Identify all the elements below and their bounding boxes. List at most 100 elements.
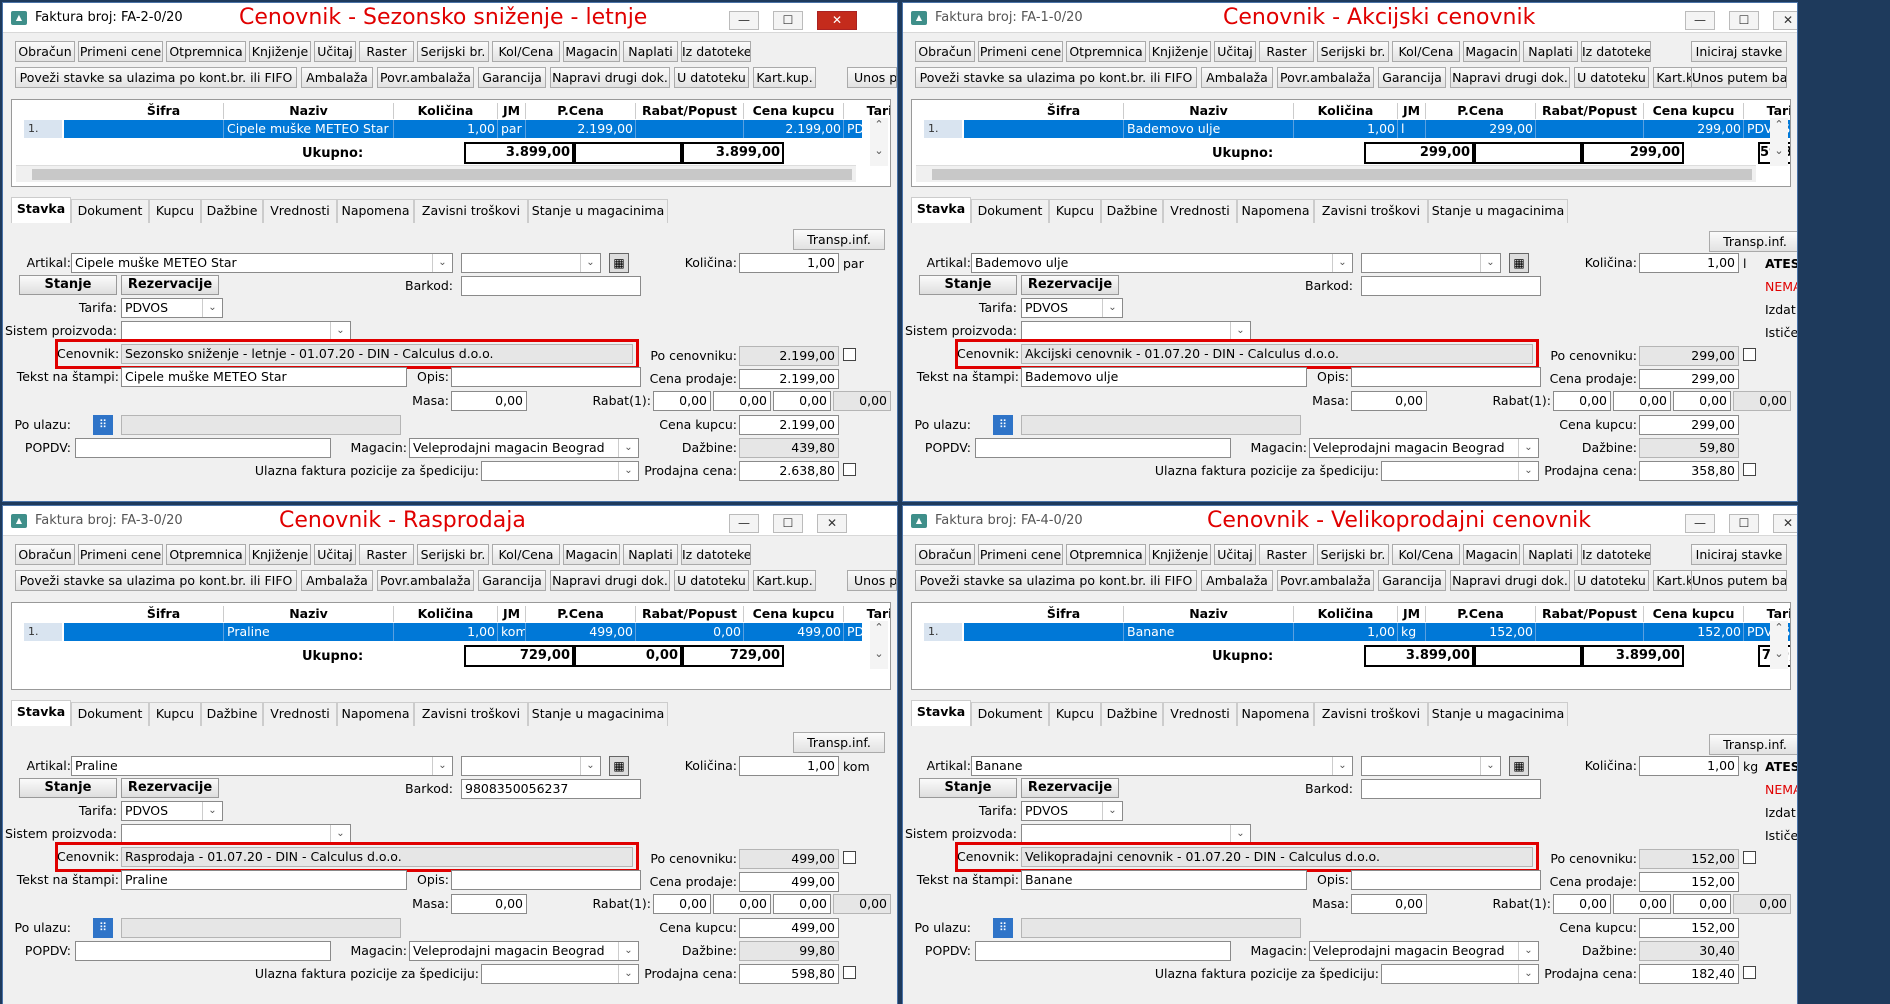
grid-vertical-scrollbar[interactable]: ⌃ ⌄: [1770, 621, 1788, 669]
toolbar-button-10[interactable]: Naplati: [1523, 544, 1578, 565]
maximize-icon[interactable]: ☐: [773, 11, 803, 30]
toolbar2-button-5[interactable]: Napravi drugi dok.: [550, 67, 670, 88]
toolbar-button-1[interactable]: Obračun: [915, 544, 975, 565]
grid-header[interactable]: Šifra: [104, 103, 224, 119]
prodajna-checkbox[interactable]: [843, 463, 856, 476]
title-bar[interactable]: ▲ Faktura broj: FA-1-0/20 Cenovnik - Akc…: [903, 3, 1797, 33]
maximize-icon[interactable]: ☐: [1729, 514, 1759, 533]
rezervacije-button[interactable]: Rezervacije: [1021, 778, 1119, 798]
variant-select[interactable]: ⌄: [461, 253, 601, 273]
po-cenovniku-checkbox[interactable]: [1743, 851, 1756, 864]
rabat-input-1[interactable]: 0,00: [653, 894, 711, 914]
rabat-input-4[interactable]: 0,00: [833, 894, 891, 914]
masa-input[interactable]: 0,00: [1351, 894, 1427, 914]
close-icon[interactable]: ✕: [1773, 11, 1797, 30]
chevron-down-icon[interactable]: ⌄: [1230, 825, 1250, 843]
toolbar2-button-3[interactable]: Povr.ambalaža: [1277, 570, 1374, 591]
grid-header[interactable]: Cena kupcu: [744, 606, 844, 622]
tab-7[interactable]: Zavisni troškovi: [414, 199, 528, 223]
grid-header[interactable]: JM: [1398, 103, 1426, 119]
toolbar-button-9[interactable]: Magacin: [563, 544, 620, 565]
tab-5[interactable]: Vrednosti: [1163, 702, 1237, 726]
grid-header[interactable]: Količina: [394, 103, 498, 119]
grid-header[interactable]: Količina: [394, 606, 498, 622]
stanje-button[interactable]: Stanje: [19, 275, 117, 295]
tab-8[interactable]: Stanje u magacinima: [1428, 199, 1568, 223]
tab-2[interactable]: Dokument: [71, 702, 149, 726]
grid-header[interactable]: Šifra: [1004, 103, 1124, 119]
rabat-input-2[interactable]: 0,00: [1613, 894, 1671, 914]
prodajna-input[interactable]: 2.638,80: [739, 461, 839, 481]
toolbar-button-2[interactable]: Primeni cene: [978, 544, 1063, 565]
cena-kupcu-input[interactable]: 2.199,00: [739, 415, 839, 435]
stanje-button[interactable]: Stanje: [919, 778, 1017, 798]
minimize-icon[interactable]: —: [1685, 514, 1715, 533]
chevron-down-icon[interactable]: ⌄: [580, 757, 600, 775]
popdv-input[interactable]: [975, 941, 1231, 961]
grid-header[interactable]: Rabat/Popust: [636, 103, 744, 119]
toolbar2-button-3[interactable]: Povr.ambalaža: [377, 67, 474, 88]
po-ulazu-input[interactable]: [121, 918, 401, 938]
toolbar-button-4[interactable]: Knjiženje: [1149, 41, 1211, 62]
cenovnik-input[interactable]: Velikopradajni cenovnik - 01.07.20 - DIN…: [1021, 847, 1533, 867]
tab-6[interactable]: Napomena: [337, 702, 414, 726]
magacin-select[interactable]: Veleprodajni magacin Beograd ⌄: [409, 438, 639, 458]
rabat-input-2[interactable]: 0,00: [713, 391, 771, 411]
dazbine-input[interactable]: 99,80: [739, 941, 839, 961]
tarifa-select[interactable]: PDVOS ⌄: [121, 298, 223, 318]
magacin-select[interactable]: Veleprodajni magacin Beograd ⌄: [1309, 438, 1539, 458]
cena-prodaje-input[interactable]: 299,00: [1639, 369, 1739, 389]
chevron-down-icon[interactable]: ⌄: [330, 825, 350, 843]
tab-4[interactable]: Dažbine: [1101, 199, 1163, 223]
unos-barkod-button[interactable]: Unos putem barkoda: [1691, 570, 1787, 591]
grid-header[interactable]: Rabat/Popust: [1536, 606, 1644, 622]
unos-barkod-button[interactable]: Unos p: [847, 570, 897, 591]
grid-header[interactable]: Tarifa: [844, 606, 890, 622]
chevron-down-icon[interactable]: ⌄: [1230, 322, 1250, 340]
grid-horizontal-scrollbar[interactable]: [916, 165, 1756, 182]
toolbar-button-4[interactable]: Knjiženje: [1149, 544, 1211, 565]
grid-header[interactable]: Naziv: [224, 606, 394, 622]
chevron-down-icon[interactable]: ⌄: [202, 802, 222, 820]
toolbar-button-1[interactable]: Obračun: [15, 41, 75, 62]
toolbar-button-11[interactable]: Iz datoteke: [681, 544, 751, 565]
toolbar2-button-6[interactable]: U datoteku: [1574, 570, 1649, 591]
tab-6[interactable]: Napomena: [337, 199, 414, 223]
ulazna-select[interactable]: ⌄: [1381, 461, 1539, 481]
toolbar-button-2[interactable]: Primeni cene: [78, 41, 163, 62]
tab-4[interactable]: Dažbine: [201, 199, 263, 223]
toolbar-button-10[interactable]: Naplati: [623, 41, 678, 62]
rezervacije-button[interactable]: Rezervacije: [121, 275, 219, 295]
toolbar-button-1[interactable]: Obračun: [915, 41, 975, 62]
tab-2[interactable]: Dokument: [971, 702, 1049, 726]
rezervacije-button[interactable]: Rezervacije: [1021, 275, 1119, 295]
minimize-icon[interactable]: —: [729, 514, 759, 533]
magacin-select[interactable]: Veleprodajni magacin Beograd ⌄: [1309, 941, 1539, 961]
iniciraj-stavke-button[interactable]: Iniciraj stavke: [1691, 41, 1787, 62]
masa-input[interactable]: 0,00: [1351, 391, 1427, 411]
grid-header[interactable]: Rabat/Popust: [1536, 103, 1644, 119]
toolbar-button-7[interactable]: Serijski br.: [1317, 544, 1389, 565]
barkod-input[interactable]: [461, 276, 641, 296]
variant-select[interactable]: ⌄: [1361, 756, 1501, 776]
po-ulazu-input[interactable]: [1021, 918, 1301, 938]
sistem-select[interactable]: ⌄: [121, 824, 351, 844]
po-ulazu-icon[interactable]: ⠿: [993, 918, 1013, 938]
scroll-thumb[interactable]: [32, 169, 852, 180]
po-ulazu-icon[interactable]: ⠿: [93, 415, 113, 435]
rezervacije-button[interactable]: Rezervacije: [121, 778, 219, 798]
toolbar-button-8[interactable]: Kol/Cena: [1392, 544, 1460, 565]
items-grid[interactable]: Šifra Naziv Količina JM P.Cena Rabat/Popust Ce…: [911, 602, 1791, 690]
grid-header[interactable]: Cena kupcu: [744, 103, 844, 119]
unos-barkod-button[interactable]: Unos p: [847, 67, 897, 88]
grid-header[interactable]: Količina: [1294, 103, 1398, 119]
grid-header[interactable]: Tarifa: [1744, 606, 1790, 622]
tab-8[interactable]: Stanje u magacinima: [1428, 702, 1568, 726]
toolbar-button-5[interactable]: Učitaj: [314, 544, 356, 565]
po-ulazu-icon[interactable]: ⠿: [93, 918, 113, 938]
dazbine-input[interactable]: 30,40: [1639, 941, 1739, 961]
toolbar2-button-1[interactable]: Poveži stavke sa ulazima po kont.br. ili…: [15, 570, 297, 591]
toolbar2-button-5[interactable]: Napravi drugi dok.: [550, 570, 670, 591]
rabat-input-4[interactable]: 0,00: [1733, 894, 1791, 914]
toolbar-button-7[interactable]: Serijski br.: [1317, 41, 1389, 62]
